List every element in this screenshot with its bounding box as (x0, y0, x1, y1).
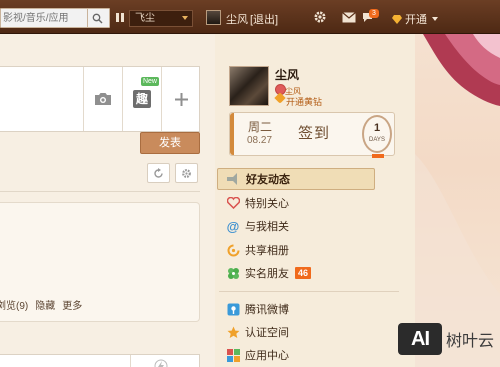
profile-name[interactable]: 尘风 (275, 66, 299, 83)
top-bar: 飞尘 尘风 [退出] 3 开通 (0, 0, 500, 34)
signin-days-unit: DAYS (369, 137, 385, 143)
sidebar-item-label: 应用中心 (245, 350, 289, 362)
open-vip-link[interactable]: 开通黄钻 (286, 95, 322, 108)
feed-actions: 浏览(9) 隐藏 更多 (0, 297, 82, 312)
sidebar-item-app-center[interactable]: 应用中心 (217, 344, 375, 366)
more-tools-button[interactable] (162, 67, 201, 131)
lightning-icon[interactable] (154, 359, 168, 367)
watermark-logo: AI 树叶云 (398, 322, 498, 356)
music-select[interactable]: 飞尘 (129, 10, 193, 27)
avatar[interactable] (229, 66, 269, 106)
sidebar-item-label: 好友动态 (246, 174, 290, 186)
sidebar-item-friends-feed[interactable]: 好友动态 (217, 168, 375, 190)
search-input[interactable] (1, 9, 87, 27)
date: 08.27 (247, 135, 273, 146)
music-select-value: 飞尘 (135, 13, 155, 24)
signin-card: 周二 08.27 签到 1 DAYS (229, 112, 395, 156)
vip-open-label: 开通 (405, 14, 427, 26)
top-avatar[interactable] (206, 10, 221, 25)
chevron-down-icon (432, 17, 438, 21)
camera-button[interactable] (84, 67, 123, 131)
sidebar-item-special-care[interactable]: 特别关心 (217, 192, 375, 214)
qu-app-icon: 趣 (133, 90, 151, 108)
post-composer: 趣 New (0, 66, 200, 132)
sidebar-item-real-friends[interactable]: 实名朋友 46 (217, 262, 375, 284)
settings-button[interactable] (175, 163, 198, 183)
qu-app-button[interactable]: 趣 New (123, 67, 162, 131)
sidebar-item-label: 特别关心 (245, 198, 289, 210)
mail-icon[interactable] (341, 9, 357, 25)
search-button[interactable] (87, 9, 107, 27)
comment-box[interactable] (0, 354, 200, 367)
notification-badge: 3 (369, 9, 379, 18)
app-center-icon (226, 348, 240, 362)
weibo-icon (226, 302, 240, 316)
heart-icon (226, 196, 240, 210)
sidebar-item-shared-album[interactable]: 共享相册 (217, 239, 375, 261)
gear-icon (182, 168, 191, 178)
chevron-down-icon (182, 16, 188, 20)
signin-button[interactable]: 签到 (298, 122, 330, 143)
new-tag: New (140, 77, 159, 86)
search-box (0, 8, 110, 28)
refresh-icon (154, 167, 163, 178)
diamond-icon (392, 14, 402, 24)
decorative-banner (415, 34, 500, 367)
watermark-box: AI (398, 323, 442, 355)
divider (219, 291, 399, 292)
gear-icon[interactable] (312, 9, 328, 25)
vip-open-button[interactable]: 开通 (392, 11, 438, 27)
friends-feed-icon (227, 172, 241, 186)
feed-views-link[interactable]: 浏览(9) (0, 297, 28, 312)
signin-accent-bar (230, 113, 234, 155)
sidebar-item-label: 认证空间 (245, 327, 289, 339)
star-icon (226, 325, 240, 339)
post-textarea[interactable] (0, 67, 84, 131)
watermark-text: 树叶云 (446, 333, 495, 350)
main-panel: 趣 New 发表 浏览(9) 隐藏 更多 (0, 34, 215, 367)
top-user-name[interactable]: 尘风 (226, 11, 248, 27)
signin-indicator (372, 154, 384, 158)
sidebar-item-label: 腾讯微博 (245, 304, 289, 316)
feed-more-link[interactable]: 更多 (62, 297, 82, 312)
divider (0, 191, 200, 192)
plus-icon (175, 92, 188, 106)
sidebar-item-label: 实名朋友 (245, 268, 289, 280)
friends-count-badge: 46 (295, 267, 312, 279)
at-icon: @ (226, 218, 240, 234)
divider (130, 355, 131, 367)
signin-days: 1 (373, 122, 381, 134)
post-button[interactable]: 发表 (140, 132, 200, 154)
pause-icon[interactable] (116, 13, 125, 22)
shared-album-icon (226, 243, 240, 257)
search-icon (92, 13, 103, 23)
signin-days-badge: 1 DAYS (362, 115, 392, 153)
sidebar-item-related[interactable]: @ 与我相关 (217, 215, 375, 237)
feed-hide-link[interactable]: 隐藏 (35, 297, 55, 312)
sidebar-item-label: 共享相册 (245, 245, 289, 257)
camera-icon (95, 93, 111, 105)
sidebar-item-label: 与我相关 (245, 221, 289, 233)
sidebar-item-weibo[interactable]: 腾讯微博 (217, 298, 375, 320)
sidebar: 尘风 尘风 开通黄钻 周二 08.27 签到 1 DAYS 好友动态 特别关心 … (215, 34, 415, 367)
refresh-button[interactable] (147, 163, 170, 183)
clover-icon (226, 266, 240, 280)
sidebar-item-verified-space[interactable]: 认证空间 (217, 321, 375, 343)
logout-link[interactable]: [退出] (250, 11, 278, 27)
weekday: 周二 (248, 120, 273, 134)
decorative-ribbon-image (415, 34, 500, 367)
